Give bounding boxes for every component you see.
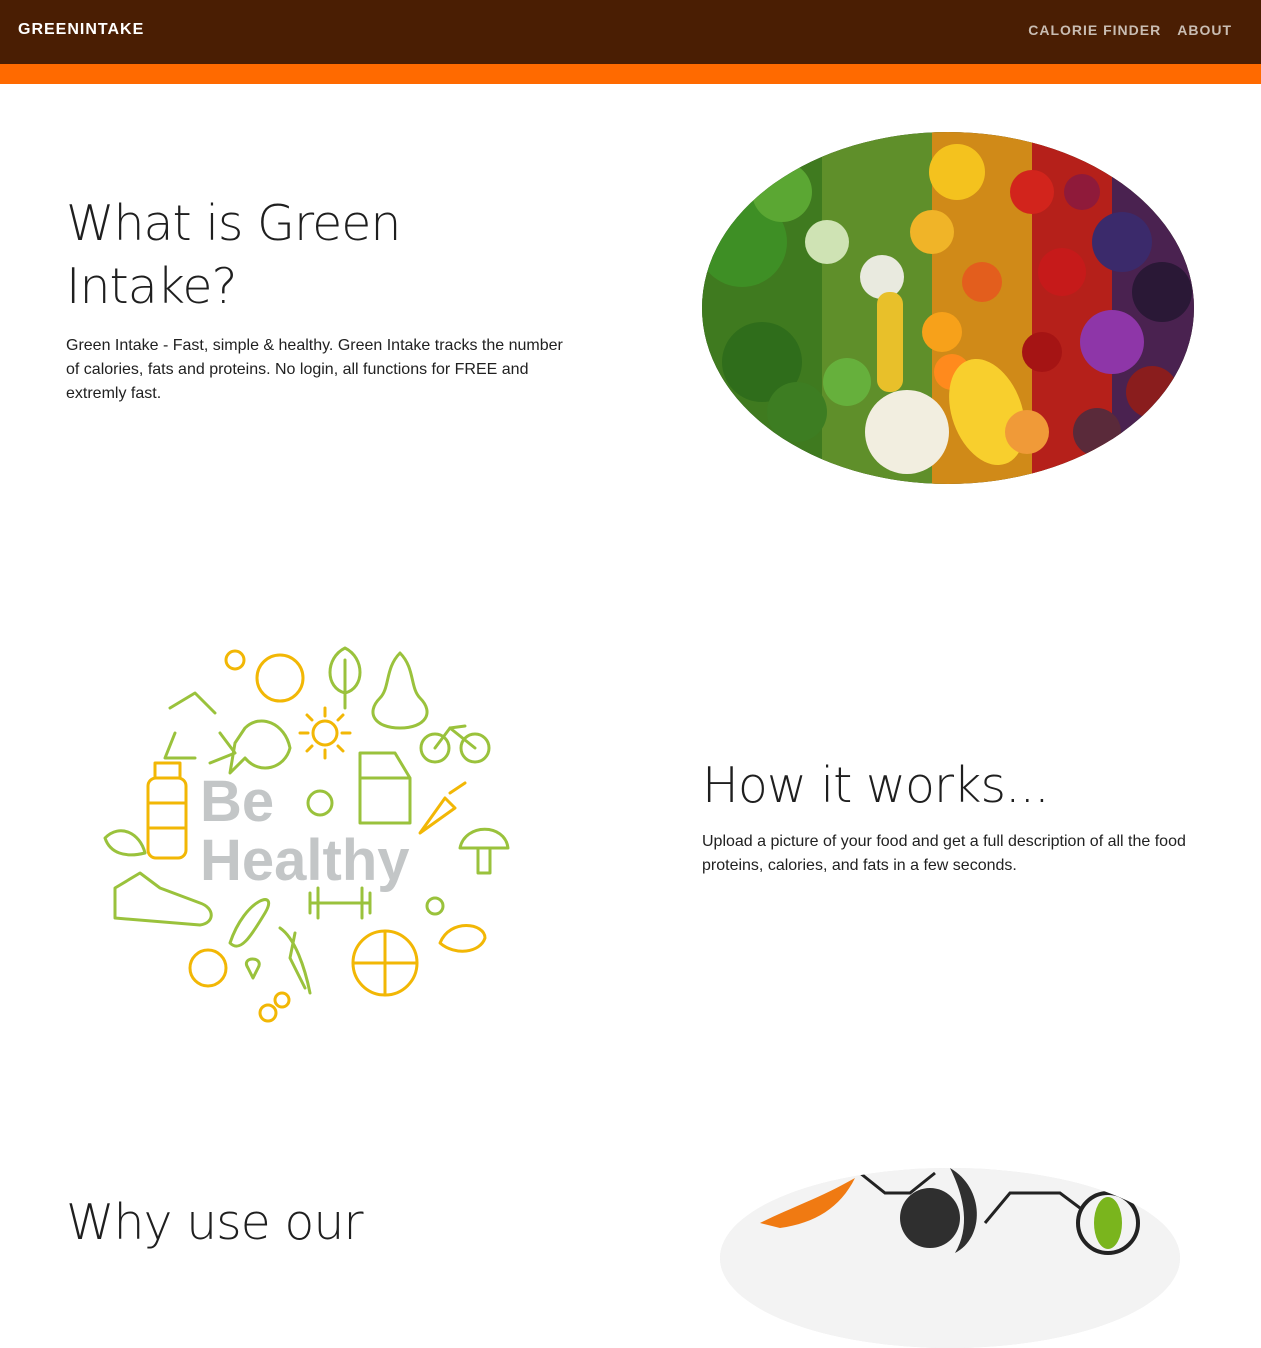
brand-logo[interactable]: GREENINTAKE — [18, 21, 144, 39]
vegetables-illustration — [702, 132, 1194, 484]
nav-links: CALORIE FINDER ABOUT — [1028, 22, 1232, 38]
section-title-how-it-works: How it works... — [702, 757, 1050, 814]
section-title-what-is: What is Green Intake? — [66, 195, 401, 315]
section-text-what-is: Green Intake - Fast, simple & healthy. G… — [66, 337, 563, 402]
nutrition-icons-image — [720, 1168, 1180, 1348]
nav-link-calorie-finder[interactable]: CALORIE FINDER — [1028, 22, 1161, 38]
health-icons-cluster: Be Healthy — [103, 646, 510, 1023]
vegetables-image — [702, 132, 1194, 484]
nav-link-about[interactable]: ABOUT — [1177, 22, 1232, 38]
be-healthy-illustration: Be Healthy — [100, 638, 520, 1028]
nutrition-icons-illustration — [720, 1168, 1180, 1348]
be-healthy-text-be: Be — [200, 769, 274, 834]
section-text-how-it-works: Upload a picture of your food and get a … — [702, 833, 1186, 874]
accent-stripe — [0, 64, 1261, 84]
section-title-why-use: Why use our — [66, 1194, 364, 1251]
navbar: GREENINTAKE CALORIE FINDER ABOUT — [0, 0, 1261, 64]
be-healthy-text-healthy: Healthy — [200, 828, 410, 893]
